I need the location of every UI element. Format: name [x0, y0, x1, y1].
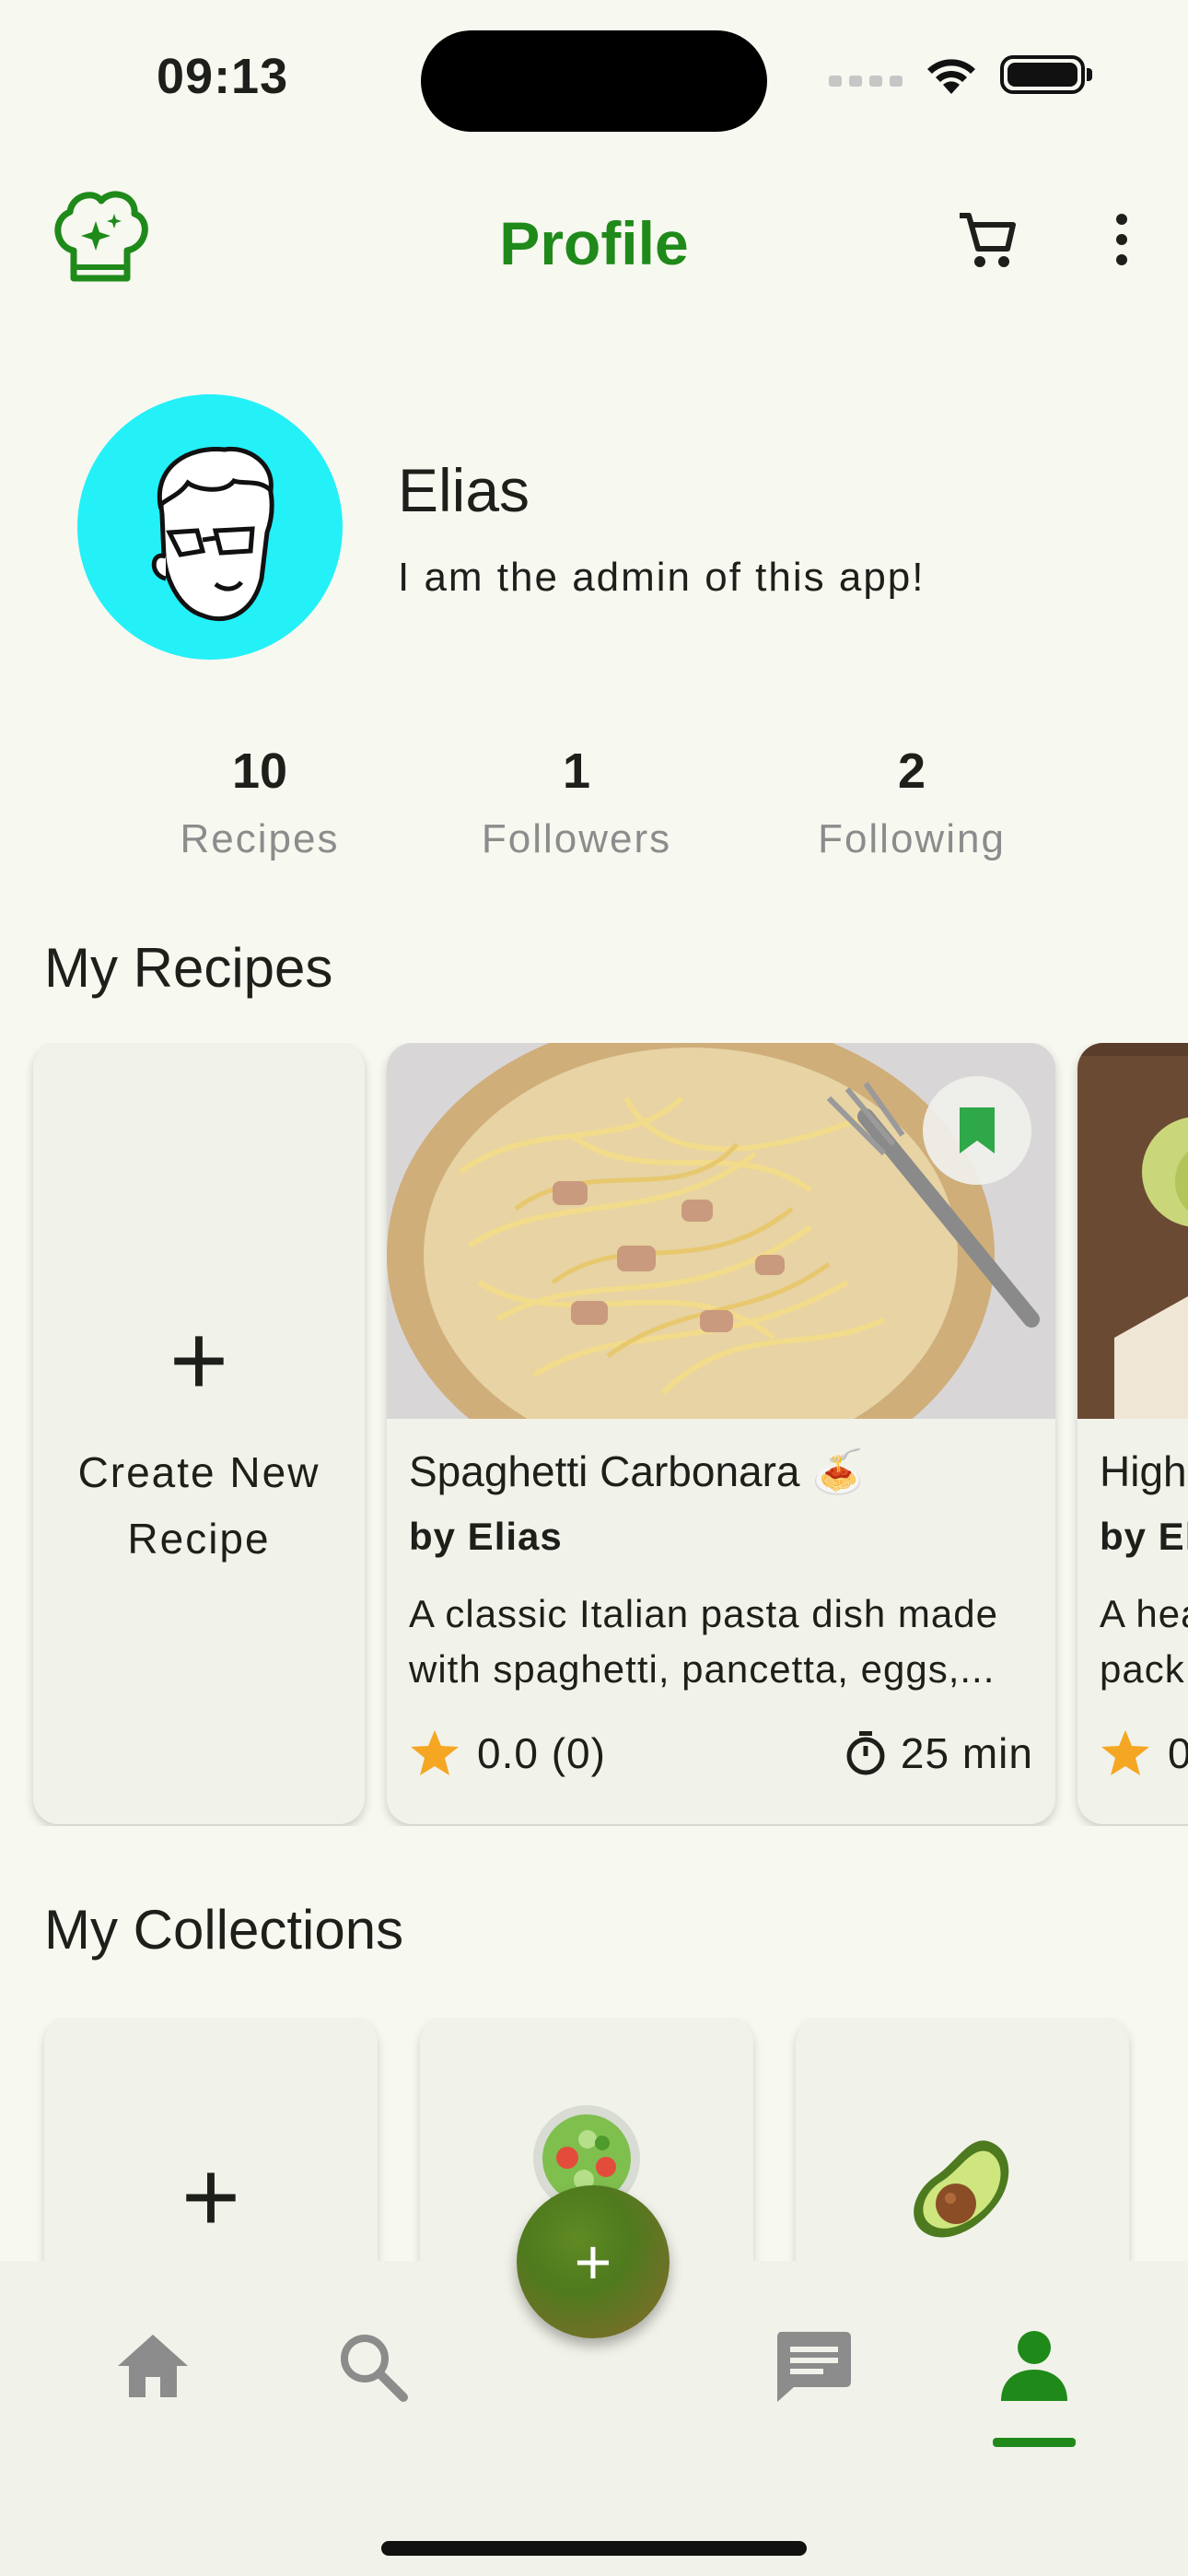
bookmark-button[interactable]: [923, 1076, 1031, 1185]
avatar-illustration-icon: [151, 446, 274, 622]
stat-recipes[interactable]: 10 Recipes: [103, 743, 416, 862]
status-time: 09:13: [157, 49, 289, 104]
recipes-carousel[interactable]: + Create New Recipe Spaghetti Carbonara …: [0, 1043, 1188, 1826]
home-indicator[interactable]: [381, 2541, 807, 2556]
recipe-author[interactable]: by El: [1100, 1515, 1188, 1559]
user-name: Elias: [398, 456, 530, 524]
rating-value: 0: [1168, 1729, 1188, 1777]
bookmark-icon: [960, 1107, 995, 1153]
recipe-card[interactable]: Spaghetti Carbonara 🍝 by Elias A classic…: [387, 1043, 1055, 1824]
recipe-image: [1077, 1043, 1188, 1419]
chat-icon: [777, 2332, 851, 2402]
section-title-collections: My Collections: [44, 1899, 404, 1961]
nav-search[interactable]: [328, 2322, 416, 2410]
stat-value: 2: [897, 744, 926, 799]
search-icon: [341, 2335, 408, 2402]
app-bar: Profile: [0, 175, 1188, 304]
stat-value: 1: [562, 744, 591, 799]
recipe-rating: 0.0 (0): [409, 1728, 606, 1778]
recipe-rating: 0: [1100, 1728, 1188, 1778]
cart-icon[interactable]: [954, 206, 1020, 273]
plus-icon: +: [181, 2140, 241, 2254]
stat-label: Recipes: [180, 816, 340, 861]
stat-value: 10: [231, 744, 288, 799]
recipe-title: Spaghetti Carbonara 🍝: [409, 1447, 865, 1495]
nav-chat[interactable]: [769, 2322, 857, 2410]
create-recipe-card[interactable]: + Create New Recipe: [33, 1043, 365, 1824]
rating-value: 0.0 (0): [477, 1729, 606, 1777]
nav-profile[interactable]: [990, 2322, 1078, 2410]
add-fab[interactable]: +: [517, 2185, 670, 2338]
collection-card[interactable]: [796, 2018, 1129, 2266]
avatar[interactable]: [77, 394, 343, 660]
nav-active-indicator: [993, 2438, 1076, 2447]
time-value: 25 min: [900, 1729, 1033, 1777]
wifi-icon: [927, 59, 975, 94]
avocado-icon: [914, 2140, 1009, 2238]
stat-label: Following: [818, 816, 1006, 861]
recipe-card[interactable]: High by El A hea pack 0: [1077, 1043, 1188, 1824]
battery-icon: [1000, 55, 1092, 94]
recipe-time: 25 min: [844, 1728, 1033, 1778]
recipe-description: A classic Italian pasta dish made with s…: [409, 1592, 998, 1691]
cellular-signal-icon: [829, 76, 903, 87]
home-icon: [118, 2335, 188, 2397]
star-icon: [411, 1730, 459, 1775]
create-recipe-label: Create New Recipe: [77, 1448, 320, 1563]
more-vert-icon[interactable]: [1101, 206, 1142, 273]
recipe-description: A hea pack: [1100, 1592, 1188, 1691]
nav-home[interactable]: [109, 2322, 197, 2410]
dynamic-island: [421, 30, 767, 132]
stat-label: Followers: [481, 816, 672, 861]
recipe-title: High: [1100, 1447, 1187, 1495]
timer-icon: [846, 1731, 885, 1775]
recipe-author[interactable]: by Elias: [409, 1515, 563, 1559]
status-bar: 09:13: [0, 0, 1188, 157]
stat-followers[interactable]: 1 Followers: [420, 743, 733, 862]
star-icon: [1101, 1730, 1149, 1775]
section-title-recipes: My Recipes: [44, 937, 333, 999]
plus-icon: +: [574, 2226, 612, 2298]
user-bio: I am the admin of this app!: [398, 555, 926, 600]
stat-following[interactable]: 2 Following: [755, 743, 1068, 862]
plus-icon: +: [169, 1304, 229, 1417]
status-icons: [829, 53, 1092, 96]
person-icon: [1001, 2331, 1067, 2401]
create-collection-card[interactable]: +: [44, 2018, 378, 2266]
